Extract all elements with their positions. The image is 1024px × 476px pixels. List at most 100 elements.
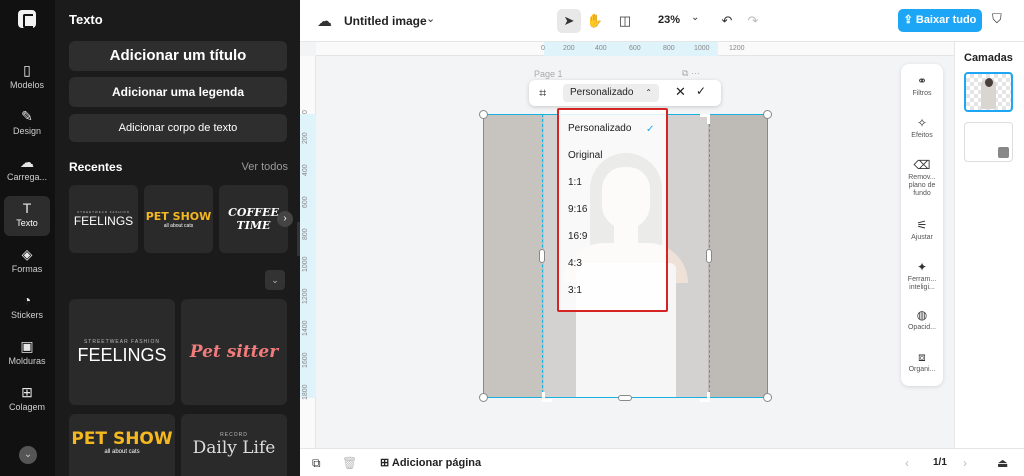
chevron-down-icon[interactable]: ⌄ xyxy=(265,270,285,290)
recent-heading: Recentes xyxy=(69,160,123,174)
image-tools-panel: ⚭ Filtros ✧ Efeitos ⌫ Remov... plano de … xyxy=(901,64,943,386)
user-avatar-chevron-icon[interactable]: ⌄ xyxy=(19,446,37,464)
aspect-option-9-16[interactable]: 9:16 xyxy=(568,204,587,215)
ruler-tick: 400 xyxy=(302,164,309,176)
tool-opacity[interactable]: ◍ Opacid... xyxy=(901,308,943,332)
tool-label: Ferram... inteligi... xyxy=(907,276,937,291)
tool-effects[interactable]: ✧ Efeitos xyxy=(901,116,943,140)
cloud-sync-icon[interactable]: ☁ xyxy=(317,12,332,30)
design-icon: ✎ xyxy=(21,108,33,124)
tool-remove-background[interactable]: ⌫ Remov... plano de fundo xyxy=(901,158,943,198)
trash-icon[interactable]: 🗑 xyxy=(342,456,357,470)
aspect-option-3-1[interactable]: 3:1 xyxy=(568,285,582,296)
rail-item-formas[interactable]: ◈ Formas xyxy=(4,242,50,282)
aspect-option-custom[interactable]: Personalizado xyxy=(568,123,631,134)
redo-icon[interactable]: ↷ xyxy=(741,9,765,33)
chevron-left-icon[interactable]: ‹ xyxy=(905,456,909,470)
select-tool-icon[interactable]: ➤ xyxy=(557,9,581,33)
recent-tile-pet-show[interactable]: PET SHOW all about cats xyxy=(144,185,213,253)
rail-item-upload[interactable]: ☁ Carrega... xyxy=(4,150,50,190)
add-title-button[interactable]: Adicionar um título xyxy=(69,41,287,71)
upload-icon: ☁ xyxy=(20,154,34,170)
rail-item-design[interactable]: ✎ Design xyxy=(4,104,50,144)
download-all-button[interactable]: ⇪ Baixar tudo xyxy=(898,9,982,32)
add-subtitle-button[interactable]: Adicionar uma legenda xyxy=(69,77,287,107)
resize-handle[interactable] xyxy=(763,393,772,402)
chevron-right-icon[interactable]: › xyxy=(277,211,293,227)
page-counter: 1/1 xyxy=(933,457,947,468)
template-tile-daily-life[interactable]: RECORD Daily Life xyxy=(181,414,287,476)
rail-label: Stickers xyxy=(10,310,43,320)
aspect-ratio-select[interactable]: Personalizado ⌃ xyxy=(563,84,659,102)
rail-label: Modelos xyxy=(9,80,45,90)
tool-label: Opacid... xyxy=(907,324,936,331)
chevron-down-icon[interactable]: ⌄ xyxy=(426,12,435,25)
crop-handle-bottom[interactable] xyxy=(618,395,632,401)
template-tile-pet-sitter[interactable]: Pet sitter xyxy=(181,299,287,405)
document-title[interactable]: Untitled image xyxy=(344,14,427,28)
rail-item-modelos[interactable]: ▯ Modelos xyxy=(4,58,50,98)
layer-background-thumbnail[interactable] xyxy=(964,122,1013,162)
hand-tool-icon[interactable]: ✋ xyxy=(583,9,607,33)
crop-icon[interactable]: ⌗ xyxy=(539,85,546,101)
text-panel: Texto Adicionar um título Adicionar uma … xyxy=(55,0,300,476)
recent-tile-feelings[interactable]: STREETWEAR FASHION FEELINGS xyxy=(69,185,138,253)
duplicate-page-icon[interactable]: ⧉ xyxy=(312,456,321,471)
aspect-option-original[interactable]: Original xyxy=(568,150,602,161)
chevron-right-icon[interactable]: › xyxy=(963,456,967,470)
crop-corner[interactable] xyxy=(542,392,552,402)
rail-label: Design xyxy=(12,126,41,136)
ruler-tick: 1000 xyxy=(694,45,710,52)
app-logo-icon[interactable] xyxy=(18,10,36,28)
aspect-option-4-3[interactable]: 4:3 xyxy=(568,258,582,269)
check-icon[interactable]: ✓ xyxy=(696,84,706,98)
crop-handle-left[interactable] xyxy=(539,249,545,263)
undo-icon[interactable]: ↶ xyxy=(715,9,739,33)
ruler-tick: 1200 xyxy=(729,45,745,52)
rail-item-molduras[interactable]: ▣ Molduras xyxy=(4,334,50,374)
resize-handle[interactable] xyxy=(479,393,488,402)
chevron-down-icon[interactable]: ⌄ xyxy=(691,12,699,23)
see-all-link[interactable]: Ver todos xyxy=(242,161,288,173)
tile-text: COFFEE xyxy=(228,206,279,219)
canvas-area[interactable]: 0 200 400 600 800 1000 1200 0 200 400 60… xyxy=(300,42,954,448)
crop-handle-right[interactable] xyxy=(706,249,712,263)
close-icon[interactable]: ✕ xyxy=(675,84,686,100)
tile-text-2: TIME xyxy=(236,219,271,232)
check-icon: ✓ xyxy=(646,124,655,135)
resize-handle[interactable] xyxy=(763,110,772,119)
rail-label: Molduras xyxy=(8,356,46,366)
rail-item-stickers[interactable]: ◔ Stickers xyxy=(4,288,50,328)
crop-corner[interactable] xyxy=(700,392,710,402)
template-tile-pet-show[interactable]: PET SHOW all about cats xyxy=(69,414,175,476)
add-body-text-button[interactable]: Adicionar corpo de texto xyxy=(69,114,287,142)
ruler-tick: 600 xyxy=(302,196,309,208)
shield-icon[interactable]: ⛉ xyxy=(992,11,1002,27)
ruler-tick: 1200 xyxy=(302,288,309,304)
aspect-option-16-9[interactable]: 16:9 xyxy=(568,231,587,242)
crop-corner[interactable] xyxy=(700,114,710,124)
tool-label: Remov... plano de fundo xyxy=(908,174,936,197)
tool-adjust[interactable]: ⚟ Ajustar xyxy=(901,218,943,242)
tool-smart-tools[interactable]: ✦ Ferram... inteligi... xyxy=(901,260,943,292)
tool-filters[interactable]: ⚭ Filtros xyxy=(901,74,943,98)
rail-item-texto[interactable]: T Texto xyxy=(4,196,50,236)
template-tile-feelings[interactable]: STREETWEAR FASHION FEELINGS xyxy=(69,299,175,405)
layout-icon[interactable]: ◫ xyxy=(613,9,637,33)
add-page-button[interactable]: ⊞ Adicionar página xyxy=(380,456,481,469)
adjust-icon: ⚟ xyxy=(916,218,928,232)
rail-item-colagem[interactable]: ⊞ Colagem xyxy=(4,380,50,420)
ruler-tick: 1600 xyxy=(302,352,309,368)
vertical-ruler: 0 200 400 600 800 1000 1200 1400 1600 18… xyxy=(300,56,316,448)
layer-photo-thumbnail[interactable] xyxy=(964,72,1013,112)
thumb-head xyxy=(985,78,993,87)
page-options-icon[interactable]: ⧉ ··· xyxy=(682,68,700,79)
tile-subtext: all about cats xyxy=(163,222,194,229)
zoom-level[interactable]: 23% xyxy=(658,14,680,26)
rail-label: Colagem xyxy=(8,402,46,412)
aspect-option-1-1[interactable]: 1:1 xyxy=(568,177,582,188)
expand-panel-icon[interactable]: ⏏ xyxy=(997,456,1008,470)
tile-text: FEELINGS xyxy=(73,214,134,228)
tool-arrange[interactable]: ⧈ Organi... xyxy=(901,350,943,374)
resize-handle[interactable] xyxy=(479,110,488,119)
